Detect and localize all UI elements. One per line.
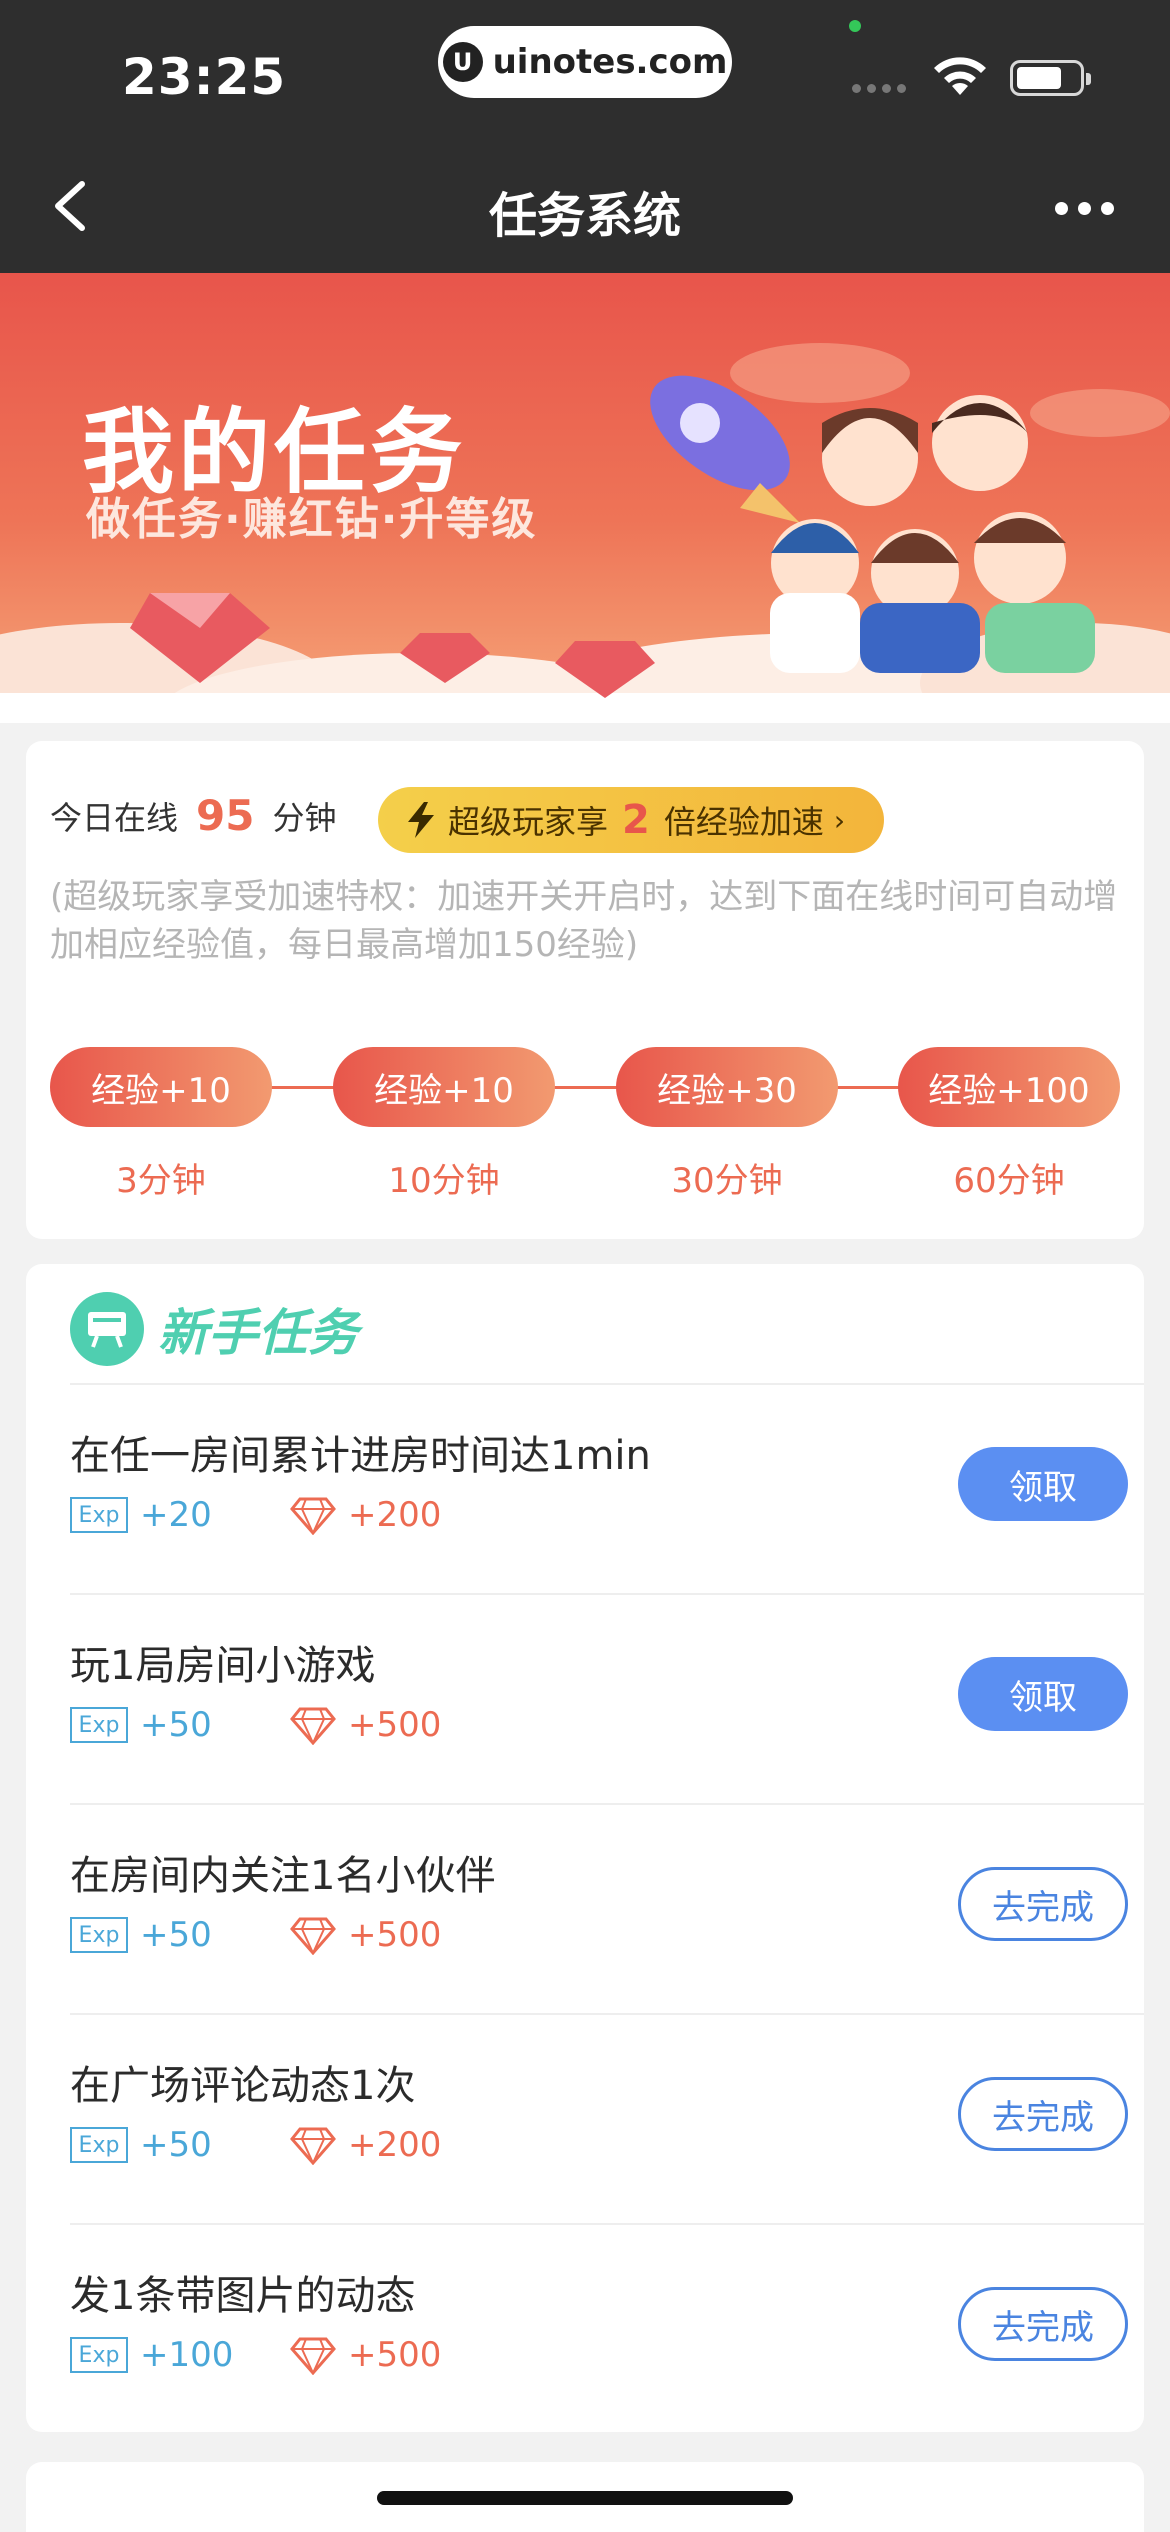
tasks-header: 新手任务 xyxy=(70,1292,358,1366)
task-gem-value: +500 xyxy=(348,2335,442,2375)
wifi-icon xyxy=(934,57,986,95)
url-pill[interactable]: U uinotes.com xyxy=(438,26,732,98)
task-gem-value: +200 xyxy=(348,1495,442,1535)
task-gem-value: +200 xyxy=(348,2125,442,2165)
exp-badge-icon: Exp xyxy=(70,1707,128,1743)
exp-step-reward: 经验+30 xyxy=(616,1047,838,1127)
task-rewards: Exp +50 +500 xyxy=(70,1703,441,1747)
more-button[interactable] xyxy=(1055,196,1125,220)
exp-step-time: 30分钟 xyxy=(671,1161,783,1201)
task-exp-value: +100 xyxy=(140,2335,234,2375)
task-name: 在广场评论动态1次 xyxy=(70,2063,416,2109)
today-online-row: 今日在线 95 分钟 xyxy=(50,791,336,840)
newbie-tasks-card: 新手任务 在任一房间累计进房时间达1min Exp +20 +200 领取 玩1… xyxy=(26,1264,1144,2432)
cellular-signal-icon xyxy=(852,84,906,93)
go-complete-button[interactable]: 去完成 xyxy=(958,2287,1128,2361)
home-indicator[interactable] xyxy=(377,2491,793,2505)
boost-multiplier: 2 xyxy=(622,797,650,843)
exp-step-reward: 经验+100 xyxy=(898,1047,1120,1127)
banner-subtitle: 做任务·赚红钻·升等级 xyxy=(86,494,538,545)
task-name: 在任一房间累计进房时间达1min xyxy=(70,1433,651,1479)
exp-badge-icon: Exp xyxy=(70,2127,128,2163)
task-rewards: Exp +20 +200 xyxy=(70,1493,441,1537)
tasks-title: 新手任务 xyxy=(158,1304,358,1362)
task-row: 发1条带图片的动态 Exp +100 +500 去完成 xyxy=(70,2225,1144,2435)
exp-step: 经验+100 60分钟 xyxy=(898,1047,1120,1202)
today-online-minutes: 95 xyxy=(196,791,255,840)
banner: 我的任务 做任务·赚红钻·升等级 xyxy=(0,273,1170,723)
boost-note: (超级玩家享受加速特权：加速开关开启时，达到下面在线时间可自动增加相应经验值，每… xyxy=(50,877,1118,965)
exp-badge-icon: Exp xyxy=(70,1497,128,1533)
online-time-card: 今日在线 95 分钟 超级玩家享 2 倍经验加速 › (超级玩家享受加速特权：加… xyxy=(26,741,1144,1239)
diamond-icon xyxy=(290,2337,336,2375)
task-rewards: Exp +100 +500 xyxy=(70,2333,441,2377)
diamond-icon xyxy=(290,1497,336,1535)
task-row: 在房间内关注1名小伙伴 Exp +50 +500 去完成 xyxy=(70,1805,1144,2015)
exp-step-time: 60分钟 xyxy=(953,1161,1065,1201)
go-complete-button[interactable]: 去完成 xyxy=(958,2077,1128,2151)
url-text: uinotes.com xyxy=(492,42,728,82)
exp-badge-icon: Exp xyxy=(70,2337,128,2373)
task-gem-value: +500 xyxy=(348,1915,442,1955)
exp-step: 经验+10 10分钟 xyxy=(333,1047,555,1202)
diamond-icon xyxy=(290,1707,336,1745)
diamond-icon xyxy=(290,1917,336,1955)
status-time: 23:25 xyxy=(122,48,287,106)
exp-progress-track: 经验+10 3分钟 经验+10 10分钟 经验+30 30分钟 经验+100 6… xyxy=(50,1047,1120,1201)
task-row: 玩1局房间小游戏 Exp +50 +500 领取 xyxy=(70,1595,1144,1805)
task-name: 在房间内关注1名小伙伴 xyxy=(70,1853,496,1899)
task-exp-value: +50 xyxy=(140,2125,212,2165)
super-player-boost-button[interactable]: 超级玩家享 2 倍经验加速 › xyxy=(378,787,884,853)
task-name: 玩1局房间小游戏 xyxy=(70,1643,376,1689)
today-online-unit: 分钟 xyxy=(272,798,337,837)
exp-step: 经验+30 30分钟 xyxy=(616,1047,838,1202)
characters-illustration xyxy=(770,395,1095,673)
task-exp-value: +20 xyxy=(140,1495,212,1535)
task-exp-value: +50 xyxy=(140,1915,212,1955)
task-row: 在广场评论动态1次 Exp +50 +200 去完成 xyxy=(70,2015,1144,2225)
go-complete-button[interactable]: 去完成 xyxy=(958,1867,1128,1941)
chevron-right-icon: › xyxy=(833,803,846,837)
top-bar: 23:25 U uinotes.com 任务系统 xyxy=(0,0,1170,273)
task-rewards: Exp +50 +200 xyxy=(70,2123,441,2167)
diamond-icon xyxy=(290,2127,336,2165)
claim-button[interactable]: 领取 xyxy=(958,1447,1128,1521)
exp-step-reward: 经验+10 xyxy=(50,1047,272,1127)
boost-prefix: 超级玩家享 xyxy=(448,803,609,841)
battery-icon xyxy=(1010,60,1091,96)
today-online-label: 今日在线 xyxy=(50,798,179,837)
exp-badge-icon: Exp xyxy=(70,1917,128,1953)
boost-suffix: 倍经验加速 xyxy=(663,803,824,841)
exp-step-time: 10分钟 xyxy=(388,1161,500,1201)
exp-step-time: 3分钟 xyxy=(116,1161,206,1201)
task-board-icon xyxy=(70,1292,144,1366)
task-gem-value: +500 xyxy=(348,1705,442,1745)
task-row: 在任一房间累计进房时间达1min Exp +20 +200 领取 xyxy=(70,1385,1144,1595)
page-title: 任务系统 xyxy=(488,188,681,244)
exp-track-line xyxy=(150,1086,1020,1089)
claim-button[interactable]: 领取 xyxy=(958,1657,1128,1731)
task-name: 发1条带图片的动态 xyxy=(70,2273,416,2319)
privacy-indicator-icon xyxy=(849,20,861,32)
lightning-icon xyxy=(408,802,434,838)
exp-step-reward: 经验+10 xyxy=(333,1047,555,1127)
task-rewards: Exp +50 +500 xyxy=(70,1913,441,1957)
site-logo-icon: U xyxy=(442,42,483,82)
task-exp-value: +50 xyxy=(140,1705,212,1745)
exp-step: 经验+10 3分钟 xyxy=(50,1047,272,1202)
